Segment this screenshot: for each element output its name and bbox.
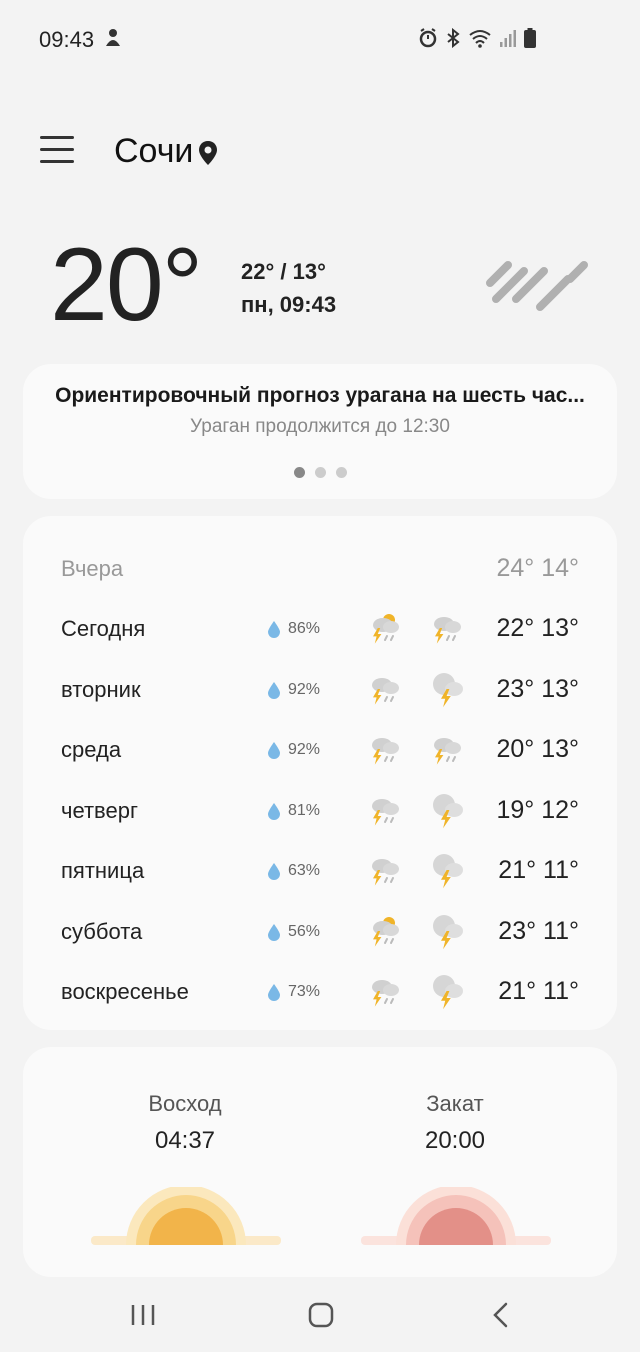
day-temps: 19° 12° — [496, 795, 579, 824]
day-label: пятница — [61, 858, 145, 883]
status-bar: 09:43 — [0, 0, 640, 80]
day-temps: 22° 13° — [496, 614, 579, 642]
thunder-rain-sun-icon — [365, 911, 405, 956]
bluetooth-icon — [446, 27, 460, 53]
day-label: четверг — [61, 797, 138, 823]
day-temps: 23° 11° — [498, 916, 579, 945]
home-button[interactable] — [308, 1302, 334, 1333]
forecast-row[interactable]: суббота 56% 23° 11° — [23, 909, 617, 959]
page-indicator — [23, 467, 617, 478]
day-temps: 20° 13° — [496, 735, 579, 763]
precip-percent: 73% — [288, 983, 321, 1000]
forecast-row[interactable]: вторник 92% 23° 13° — [23, 667, 617, 717]
day-label: вторник — [61, 676, 141, 702]
thunder-cloud-icon — [427, 669, 467, 714]
thunder-cloud-icon — [427, 790, 467, 835]
sunset-time: 20:00 — [424, 1127, 486, 1154]
precip-percent: 56% — [288, 922, 321, 940]
sunrise-time: 04:37 — [154, 1127, 216, 1154]
precip-drop-icon — [267, 983, 281, 1006]
thunder-rain-icon — [365, 669, 405, 714]
thunder-cloud-icon — [427, 850, 467, 895]
precip-drop-icon — [267, 681, 281, 704]
precip-percent: 92% — [288, 741, 321, 758]
day-label: воскресенье — [61, 979, 189, 1004]
page-dot — [335, 467, 347, 478]
daily-forecast-card[interactable]: Вчера 24° 14° Сегодня 86% 22° 13° вторник 9… — [23, 516, 617, 1030]
back-button[interactable] — [488, 1302, 514, 1333]
status-time: 09:43 — [39, 27, 95, 52]
alarm-icon — [418, 28, 438, 53]
sunrise-icon — [91, 1185, 281, 1252]
current-weather: 20° 22° / 13° пн, 09:43 — [0, 225, 640, 345]
forecast-row[interactable]: Сегодня 86% 22° 13° — [23, 606, 617, 656]
precip-percent: 63% — [288, 862, 321, 879]
day-label: Вчера — [61, 556, 124, 581]
thunder-cloud-icon — [427, 911, 467, 956]
city-name[interactable]: Сочи — [114, 132, 193, 171]
thunder-rain-icon — [365, 790, 405, 835]
alert-subtitle: Ураган продолжится до 12:30 — [190, 416, 450, 437]
hi-lo-temp: 22° / 13° — [241, 259, 326, 284]
thunder-rain-icon — [427, 729, 467, 774]
status-icons — [418, 27, 536, 53]
current-datetime: пн, 09:43 — [241, 292, 337, 317]
thunder-rain-icon — [365, 729, 405, 774]
day-label: среда — [61, 737, 122, 762]
menu-icon-line — [40, 136, 74, 139]
thunder-rain-sun-icon — [365, 608, 405, 653]
precip-drop-icon — [267, 741, 281, 764]
page-dot — [314, 467, 326, 478]
wifi-icon — [468, 28, 492, 53]
battery-icon — [524, 28, 536, 53]
sunrise-label: Восход — [148, 1091, 222, 1116]
thunder-cloud-icon — [427, 971, 467, 1016]
page-dot — [293, 467, 305, 478]
notification-icon — [104, 28, 122, 53]
forecast-row[interactable]: четверг 81% 19° 12° — [23, 788, 617, 838]
forecast-row[interactable]: среда 92% 20° 13° — [23, 727, 617, 777]
menu-icon-line — [40, 160, 74, 163]
alert-title: Ориентировочный прогноз урагана на шесть… — [55, 384, 585, 407]
sunrise-sunset-card: Восход 04:37 Закат 20:00 — [23, 1047, 617, 1277]
menu-button[interactable] — [40, 136, 74, 168]
day-label: Сегодня — [61, 616, 146, 641]
thunder-rain-icon — [365, 850, 405, 895]
day-temps: 23° 13° — [496, 674, 579, 703]
precip-percent: 86% — [288, 620, 321, 637]
sunset-label: Закат — [426, 1091, 484, 1116]
day-temps: 21° 11° — [498, 856, 579, 884]
forecast-row[interactable]: пятница 63% 21° 11° — [23, 848, 617, 898]
navigation-bar — [0, 1280, 640, 1352]
forecast-row-yesterday: Вчера 24° 14° — [23, 546, 617, 596]
top-bar: Сочи — [0, 120, 640, 190]
thunder-rain-icon — [365, 971, 405, 1016]
precip-drop-icon — [267, 923, 281, 946]
precip-drop-icon — [267, 862, 281, 885]
day-temps: 24° 14° — [496, 554, 579, 582]
thunder-rain-icon — [427, 608, 467, 653]
rain-icon — [484, 255, 594, 320]
forecast-row[interactable]: воскресенье 73% 21° 11° — [23, 969, 617, 1019]
location-pin-icon[interactable] — [198, 140, 218, 171]
recent-apps-button[interactable] — [130, 1302, 156, 1333]
menu-icon-line — [40, 148, 74, 151]
precip-drop-icon — [267, 802, 281, 825]
day-temps: 21° 11° — [498, 977, 579, 1005]
hurricane-alert-card[interactable]: Ориентировочный прогноз урагана на шесть… — [23, 364, 617, 499]
signal-icon — [500, 29, 516, 52]
day-label: суббота — [61, 918, 143, 944]
precip-percent: 92% — [288, 680, 321, 698]
current-temp: 20° — [50, 227, 203, 343]
sunset-icon — [361, 1185, 551, 1252]
precip-drop-icon — [267, 620, 281, 643]
precip-percent: 81% — [288, 801, 321, 819]
